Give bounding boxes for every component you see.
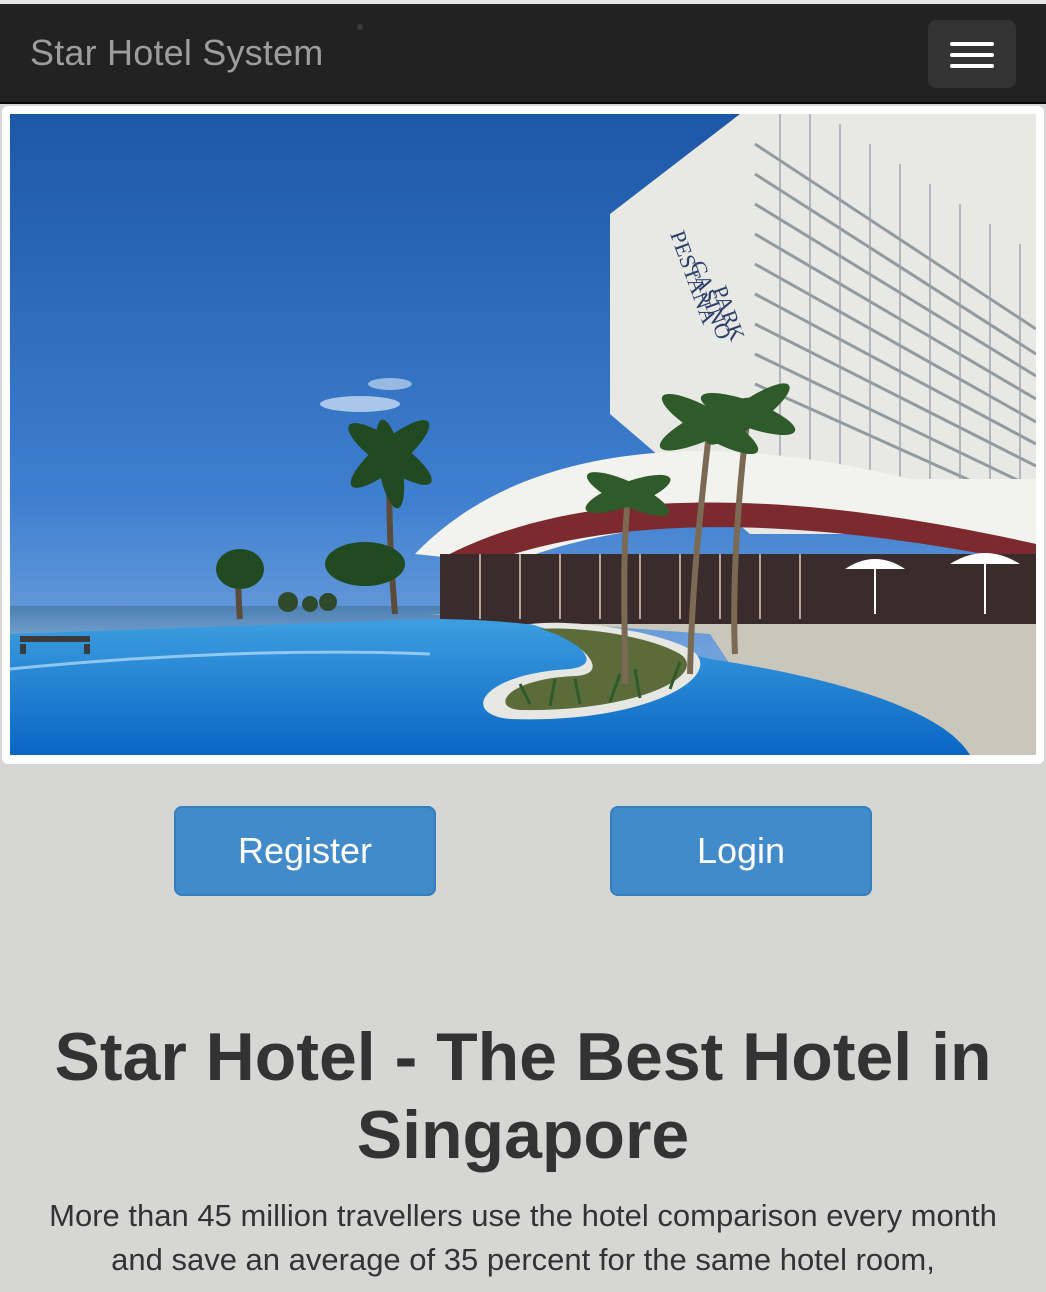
page: Star Hotel System PESTANA CASINO PARK Re… [0, 0, 1046, 1292]
navbar: Star Hotel System [0, 4, 1046, 104]
register-button[interactable]: Register [174, 806, 436, 896]
brand-link[interactable]: Star Hotel System [30, 32, 324, 74]
login-button[interactable]: Login [610, 806, 872, 896]
indicator-dot [357, 24, 363, 30]
menu-toggle-button[interactable] [928, 20, 1016, 88]
hero-image: PESTANA CASINO PARK [10, 114, 1036, 755]
page-title: Star Hotel - The Best Hotel in Singapore [54, 1019, 992, 1173]
intro-paragraph: More than 45 million travellers use the … [49, 1198, 997, 1277]
